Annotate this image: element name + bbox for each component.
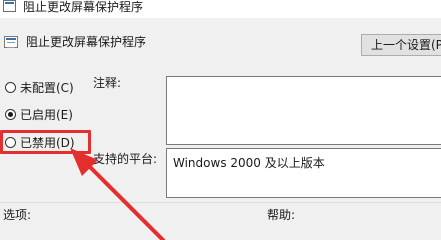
red-arrow-annotation	[70, 148, 165, 240]
